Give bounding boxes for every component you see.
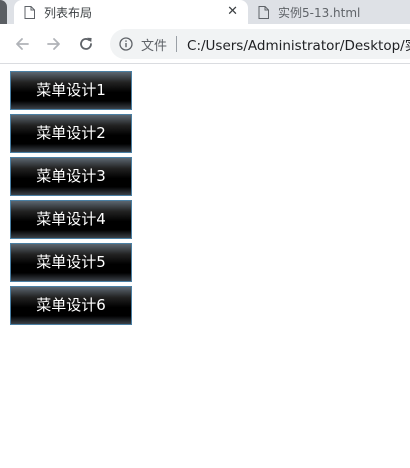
menu-item-3[interactable]: 菜单设计3 <box>10 157 132 196</box>
reload-icon <box>80 37 92 50</box>
forward-button[interactable] <box>44 34 64 54</box>
tab-title: 列表布局 <box>44 5 93 20</box>
page-content: 菜单设计1 菜单设计2 菜单设计3 菜单设计4 菜单设计5 菜单设计6 <box>0 64 410 468</box>
menu-item-5[interactable]: 菜单设计5 <box>10 243 132 282</box>
window-edge <box>0 0 7 26</box>
address-bar[interactable]: 文件 C:/Users/Administrator/Desktop/实 <box>110 29 410 59</box>
back-button[interactable] <box>12 34 32 54</box>
close-icon[interactable]: ✕ <box>227 4 238 20</box>
info-icon[interactable] <box>119 37 133 51</box>
browser-toolbar: 文件 C:/Users/Administrator/Desktop/实 <box>0 24 410 64</box>
arrow-right-icon <box>47 38 60 50</box>
document-icon <box>24 5 35 19</box>
menu-item-1[interactable]: 菜单设计1 <box>10 71 132 110</box>
omnibox-divider <box>176 36 178 52</box>
url-text[interactable]: C:/Users/Administrator/Desktop/实 <box>187 34 410 54</box>
arrow-left-icon <box>16 38 29 50</box>
tab-inactive[interactable]: 实例5-13.html <box>248 0 410 24</box>
security-label: 文件 <box>141 38 168 54</box>
menu-item-6[interactable]: 菜单设计6 <box>10 286 132 325</box>
menu-list: 菜单设计1 菜单设计2 菜单设计3 菜单设计4 菜单设计5 菜单设计6 <box>10 71 132 329</box>
tab-strip: 列表布局 ✕ 实例5-13.html <box>0 0 410 26</box>
tab-active[interactable]: 列表布局 ✕ <box>14 0 248 24</box>
menu-item-2[interactable]: 菜单设计2 <box>10 114 132 153</box>
document-icon <box>258 5 269 19</box>
tab-title: 实例5-13.html <box>278 5 361 20</box>
reload-button[interactable] <box>76 34 96 54</box>
menu-item-4[interactable]: 菜单设计4 <box>10 200 132 239</box>
